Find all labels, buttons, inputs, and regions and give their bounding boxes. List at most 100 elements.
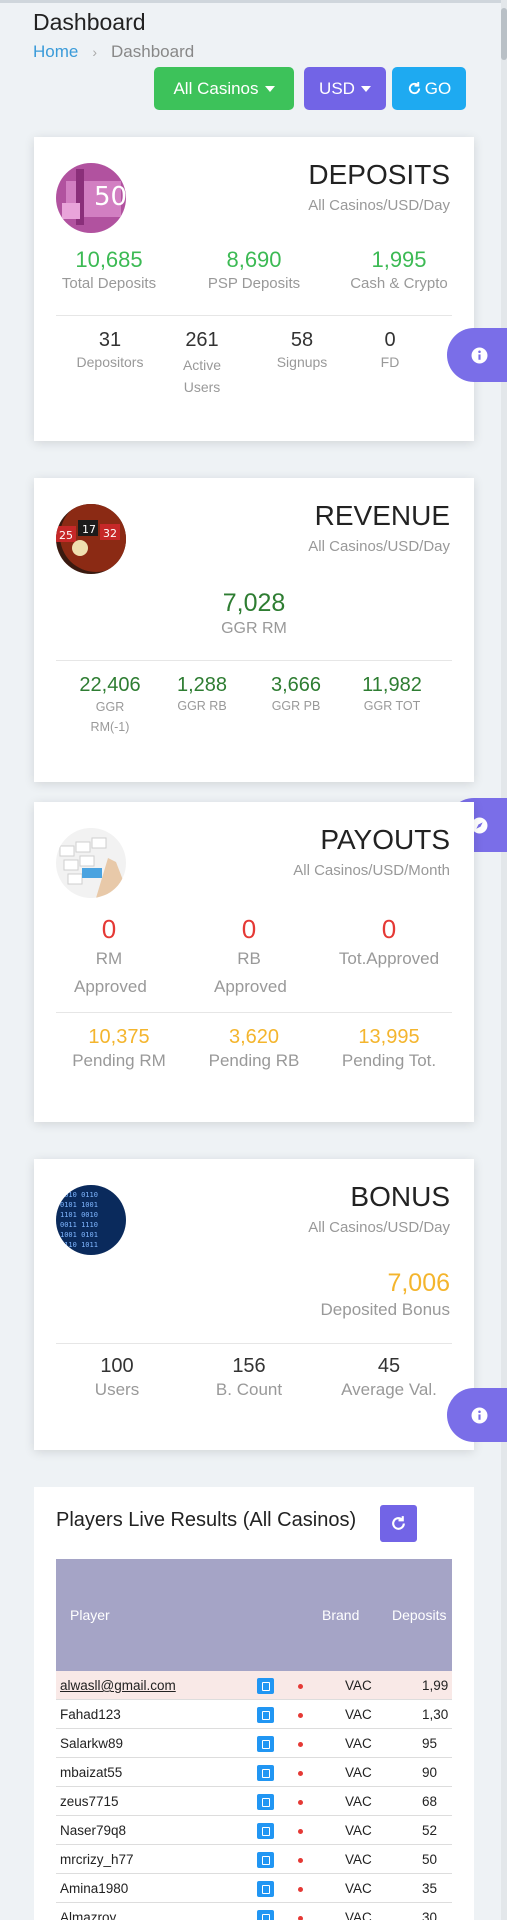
- file-icon[interactable]: [257, 1736, 274, 1752]
- ggr-pb-stat: 3,666 GGR PB: [256, 674, 336, 713]
- rb-approved-stat: 0 RB Approved: [194, 914, 304, 1001]
- breadcrumb: Home › Dashboard: [33, 42, 194, 62]
- player-brand: VAC: [345, 1678, 372, 1693]
- ggr-tot-value: 11,982: [362, 674, 422, 696]
- revenue-title: REVENUE: [314, 500, 450, 531]
- file-icon[interactable]: [257, 1910, 274, 1920]
- player-deposits: 50: [422, 1852, 438, 1867]
- table-header: Player Brand Deposits: [56, 1559, 452, 1671]
- player-brand: VAC: [345, 1852, 372, 1867]
- file-icon[interactable]: [257, 1881, 274, 1897]
- player-deposits: 95: [422, 1736, 438, 1751]
- player-name[interactable]: alwasll@gmail.com: [60, 1678, 176, 1693]
- currency-dropdown-button[interactable]: USD: [304, 67, 386, 110]
- pending-tot-stat: 13,995 Pending Tot.: [324, 1026, 454, 1071]
- divider: [56, 1012, 452, 1013]
- status-dot-icon: [298, 1858, 303, 1863]
- top-border: [0, 0, 507, 3]
- info-icon: [471, 1407, 488, 1423]
- ggr-rm-prev-value: 22,406: [79, 674, 141, 696]
- refresh-live-button[interactable]: [380, 1505, 417, 1542]
- psp-deposits-stat: 8,690 PSP Deposits: [189, 247, 319, 292]
- bonus-average-label: Average Val.: [341, 1380, 437, 1399]
- info-side-tab[interactable]: [447, 328, 507, 382]
- table-row[interactable]: mrcrizy_h77 VAC 50: [56, 1845, 452, 1874]
- table-row[interactable]: Salarkw89 VAC 95: [56, 1729, 452, 1758]
- deposits-card: 50 DEPOSITS All Casinos/USD/Day 10,685 T…: [34, 137, 474, 441]
- psp-deposits-value: 8,690: [226, 247, 282, 272]
- player-deposits: 35: [422, 1881, 438, 1896]
- file-icon[interactable]: [257, 1678, 274, 1694]
- deposits-title: DEPOSITS: [308, 159, 450, 190]
- bonus-title: BONUS: [350, 1181, 450, 1212]
- player-name: Amina1980: [60, 1881, 129, 1896]
- depositors-stat: 31 Depositors: [70, 329, 150, 370]
- file-icon[interactable]: [257, 1852, 274, 1868]
- breadcrumb-home-link[interactable]: Home: [33, 42, 78, 62]
- pending-rb-stat: 3,620 Pending RB: [189, 1026, 319, 1071]
- table-row[interactable]: zeus7715 VAC 68: [56, 1787, 452, 1816]
- total-deposits-label: Total Deposits: [61, 275, 157, 292]
- cash-crypto-stat: 1,995 Cash & Crypto: [329, 247, 469, 292]
- page-scrollbar[interactable]: [501, 0, 507, 1920]
- rm-approved-stat: 0 RM Approved: [54, 914, 164, 1001]
- svg-text:50: 50: [94, 182, 126, 212]
- column-header-player[interactable]: Player: [70, 1607, 110, 1623]
- ggr-pb-label: GGR PB: [271, 699, 321, 713]
- cash-crypto-label: Cash & Crypto: [350, 275, 448, 292]
- table-row[interactable]: Amina1980 VAC 35: [56, 1874, 452, 1903]
- player-name: mbaizat55: [60, 1765, 123, 1780]
- table-row[interactable]: Naser79q8 VAC 52: [56, 1816, 452, 1845]
- file-icon[interactable]: [257, 1707, 274, 1723]
- player-brand: VAC: [345, 1707, 372, 1722]
- total-deposits-stat: 10,685 Total Deposits: [44, 247, 174, 292]
- info-side-tab[interactable]: [447, 1388, 507, 1442]
- player-brand: VAC: [345, 1881, 372, 1896]
- fd-label: FD: [380, 354, 400, 370]
- player-brand: VAC: [345, 1823, 372, 1838]
- active-users-value: 261: [185, 329, 219, 351]
- tot-approved-label: Tot.Approved: [338, 949, 440, 968]
- file-icon[interactable]: [257, 1794, 274, 1810]
- deposits-banknote-image: 50: [56, 163, 126, 233]
- table-row[interactable]: Almazroy VAC 30: [56, 1903, 452, 1920]
- status-dot-icon: [298, 1887, 303, 1892]
- table-row[interactable]: mbaizat55 VAC 90: [56, 1758, 452, 1787]
- pending-tot-label: Pending Tot.: [341, 1051, 437, 1070]
- svg-text:0101 1001: 0101 1001: [60, 1201, 98, 1209]
- tot-approved-value: 0: [381, 914, 397, 944]
- player-name: Salarkw89: [60, 1736, 124, 1751]
- ggr-pb-value: 3,666: [270, 674, 322, 696]
- table-row[interactable]: Fahad123 VAC 1,30: [56, 1700, 452, 1729]
- column-header-brand[interactable]: Brand: [322, 1607, 359, 1623]
- scrollbar-thumb[interactable]: [501, 8, 507, 60]
- payouts-title: PAYOUTS: [320, 824, 450, 855]
- table-row[interactable]: alwasll@gmail.com VAC 1,99: [56, 1671, 452, 1700]
- pending-rb-label: Pending RB: [208, 1051, 300, 1070]
- column-header-deposits[interactable]: Deposits: [392, 1607, 446, 1623]
- revenue-roulette-image: 25 17 32: [56, 504, 126, 574]
- casinos-dropdown-button[interactable]: All Casinos: [154, 67, 294, 110]
- rb-approved-value: 0: [241, 914, 257, 944]
- revenue-card: 25 17 32 REVENUE All Casinos/USD/Day 7,028…: [34, 478, 474, 782]
- divider: [56, 1343, 452, 1344]
- status-dot-icon: [298, 1742, 303, 1747]
- player-brand: VAC: [345, 1736, 372, 1751]
- tot-approved-stat: 0 Tot.Approved: [334, 914, 444, 973]
- bonus-users-stat: 100 Users: [62, 1355, 172, 1400]
- deposited-bonus-value: 7,006: [387, 1269, 450, 1297]
- file-icon[interactable]: [257, 1823, 274, 1839]
- player-name: zeus7715: [60, 1794, 119, 1809]
- status-dot-icon: [298, 1829, 303, 1834]
- ggr-rm-stat: 7,028 GGR RM: [154, 589, 354, 638]
- go-button[interactable]: GO: [392, 67, 466, 110]
- deposited-bonus-stat: 7,006 Deposited Bonus: [321, 1269, 450, 1320]
- signups-label: Signups: [276, 354, 328, 370]
- page-title: Dashboard: [33, 9, 146, 35]
- file-icon[interactable]: [257, 1765, 274, 1781]
- player-name: Naser79q8: [60, 1823, 127, 1838]
- rm-approved-label: RM Approved: [74, 949, 147, 996]
- ggr-rm-label: GGR RM: [221, 620, 287, 637]
- casinos-dropdown-label: All Casinos: [173, 78, 259, 98]
- svg-text:0011 1110: 0011 1110: [60, 1221, 98, 1229]
